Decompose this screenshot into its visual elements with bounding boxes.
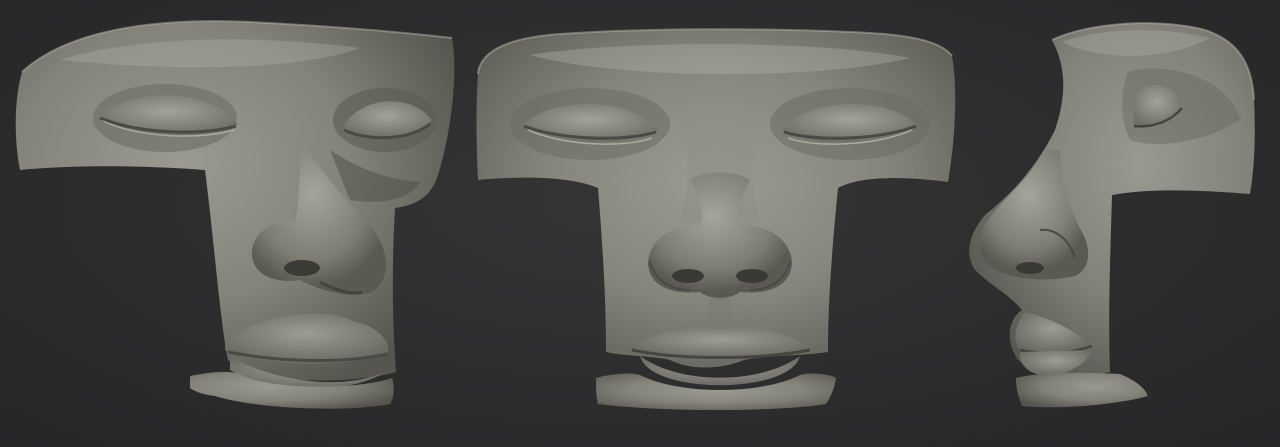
right-eye — [333, 88, 437, 152]
viewport — [0, 0, 1280, 447]
left-eye — [93, 84, 238, 152]
sculpt-render — [15, 20, 1255, 410]
chin-strip — [1016, 372, 1148, 408]
left-eye — [510, 88, 670, 160]
right-eye — [770, 88, 930, 160]
face-profile — [969, 22, 1255, 408]
face-front — [476, 28, 956, 410]
face-three-quarter — [15, 20, 455, 409]
mask-surface — [15, 21, 455, 381]
